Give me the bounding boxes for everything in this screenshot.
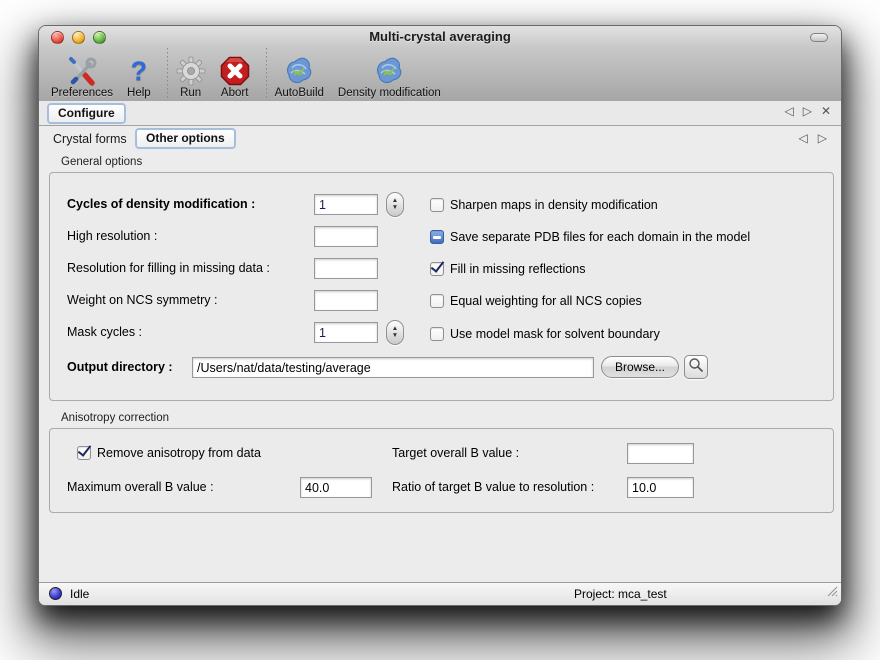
sub-tab-bar: Crystal forms Other options ◁ ▷	[39, 126, 841, 152]
preferences-button[interactable]: Preferences	[51, 54, 113, 100]
toolbar-separator	[266, 48, 267, 100]
checkbox-model-mask[interactable]: Use model mask for solvent boundary	[430, 326, 660, 342]
field-label-cycles: Cycles of density modification :	[67, 194, 255, 215]
toolbar-separator	[167, 48, 168, 100]
field-label-high-resolution: High resolution :	[67, 226, 157, 247]
abort-stop-icon	[220, 54, 250, 87]
checkbox-label: Use model mask for solvent boundary	[450, 327, 660, 341]
status-orb-icon	[49, 587, 62, 600]
general-options-section-label: General options	[61, 156, 142, 168]
tab-crystal-forms[interactable]: Crystal forms	[53, 132, 127, 146]
density-modification-button[interactable]: Density modification	[338, 54, 441, 100]
checkbox-box[interactable]	[430, 198, 444, 212]
protein-model-icon	[284, 54, 314, 87]
autobuild-button[interactable]: AutoBuild	[275, 54, 324, 100]
toolbar-item-label: Abort	[221, 87, 249, 100]
ratio-b-resolution-input[interactable]	[627, 477, 694, 498]
toolbar-item-label: Preferences	[51, 87, 113, 100]
checkbox-box[interactable]	[430, 294, 444, 308]
status-bar: Idle Project: mca_test	[39, 582, 841, 605]
window-title: Multi-crystal averaging	[39, 29, 841, 44]
project-label: Project: mca_test	[574, 587, 667, 601]
checkbox-equal-weighting[interactable]: Equal weighting for all NCS copies	[430, 293, 642, 309]
checkbox-remove-anisotropy[interactable]: Remove anisotropy from data	[77, 445, 261, 461]
subtab-scroll-right-icon[interactable]: ▷	[818, 131, 827, 145]
checkbox-sharpen-maps[interactable]: Sharpen maps in density modification	[430, 197, 658, 213]
field-label-ratio-b: Ratio of target B value to resolution :	[392, 477, 594, 498]
protein-model-icon	[374, 54, 404, 87]
checkbox-box[interactable]	[430, 230, 444, 244]
checkbox-label: Equal weighting for all NCS copies	[450, 294, 642, 308]
general-options-group: Cycles of density modification : ▲▼ High…	[49, 172, 834, 401]
toolbar-toggle-button[interactable]	[810, 33, 828, 42]
tab-scroll-controls: ◁ ▷ ✕	[784, 104, 831, 118]
help-button[interactable]: ? Help	[127, 54, 151, 100]
browse-button[interactable]: Browse...	[601, 356, 679, 378]
checkbox-box[interactable]	[430, 262, 444, 276]
field-label-ncs-weight: Weight on NCS symmetry :	[67, 290, 218, 311]
checkbox-fill-missing-reflections[interactable]: Fill in missing reflections	[430, 261, 585, 277]
tab-close-icon[interactable]: ✕	[821, 104, 831, 118]
field-label-output-directory: Output directory :	[67, 357, 173, 378]
toolbar-item-label: Run	[180, 87, 201, 100]
checkbox-label: Save separate PDB files for each domain …	[450, 230, 750, 244]
checkbox-label: Sharpen maps in density modification	[450, 198, 658, 212]
mask-cycles-input[interactable]	[314, 322, 378, 343]
tab-scroll-right-icon[interactable]: ▷	[803, 104, 812, 118]
field-label-target-b: Target overall B value :	[392, 443, 519, 464]
target-b-value-input[interactable]	[627, 443, 694, 464]
window-chrome: Multi-crystal averaging Preferences	[39, 26, 841, 102]
toolbar-item-label: Help	[127, 87, 151, 100]
checkbox-label: Remove anisotropy from data	[97, 446, 261, 460]
resize-grip[interactable]	[825, 584, 838, 602]
toolbar-item-label: AutoBuild	[275, 87, 324, 100]
cycles-spinner[interactable]: ▲▼	[386, 192, 404, 217]
magnifier-icon	[688, 357, 704, 378]
run-gear-icon	[176, 54, 206, 87]
checkbox-box[interactable]	[77, 446, 91, 460]
help-question-icon: ?	[131, 54, 148, 87]
mask-cycles-spinner[interactable]: ▲▼	[386, 320, 404, 345]
main-tab-bar: Configure ◁ ▷ ✕	[39, 101, 841, 126]
output-directory-input[interactable]	[192, 357, 594, 378]
checkbox-label: Fill in missing reflections	[450, 262, 585, 276]
field-label-max-b: Maximum overall B value :	[67, 477, 214, 498]
tab-configure[interactable]: Configure	[47, 103, 126, 124]
checkbox-box[interactable]	[430, 327, 444, 341]
field-label-mask-cycles: Mask cycles :	[67, 322, 142, 343]
subtab-scroll-left-icon[interactable]: ◁	[799, 131, 808, 145]
titlebar[interactable]: Multi-crystal averaging	[39, 26, 841, 48]
subtab-scroll-controls: ◁ ▷	[799, 131, 827, 145]
toolbar: Preferences ? Help	[51, 49, 835, 100]
run-button[interactable]: Run	[176, 54, 206, 100]
options-panel: General options Cycles of density modifi…	[39, 152, 841, 583]
max-b-value-input[interactable]	[300, 477, 372, 498]
cycles-of-density-modification-input[interactable]	[314, 194, 378, 215]
spinner-down-icon[interactable]: ▼	[392, 205, 398, 211]
checkbox-save-separate-pdb[interactable]: Save separate PDB files for each domain …	[430, 229, 750, 245]
ncs-weight-input[interactable]	[314, 290, 378, 311]
abort-button[interactable]: Abort	[220, 54, 250, 100]
preferences-tools-icon	[66, 54, 98, 87]
app-window: Multi-crystal averaging Preferences	[38, 25, 842, 606]
anisotropy-section-label: Anisotropy correction	[61, 412, 169, 424]
high-resolution-input[interactable]	[314, 226, 378, 247]
open-directory-button[interactable]	[684, 355, 708, 379]
status-text: Idle	[70, 587, 89, 601]
tab-scroll-left-icon[interactable]: ◁	[784, 104, 793, 118]
resolution-filling-input[interactable]	[314, 258, 378, 279]
tab-other-options[interactable]: Other options	[135, 128, 236, 149]
anisotropy-group: Remove anisotropy from data Target overa…	[49, 428, 834, 513]
toolbar-item-label: Density modification	[338, 87, 441, 100]
spinner-down-icon[interactable]: ▼	[392, 333, 398, 339]
field-label-resolution-filling: Resolution for filling in missing data :	[67, 258, 270, 279]
